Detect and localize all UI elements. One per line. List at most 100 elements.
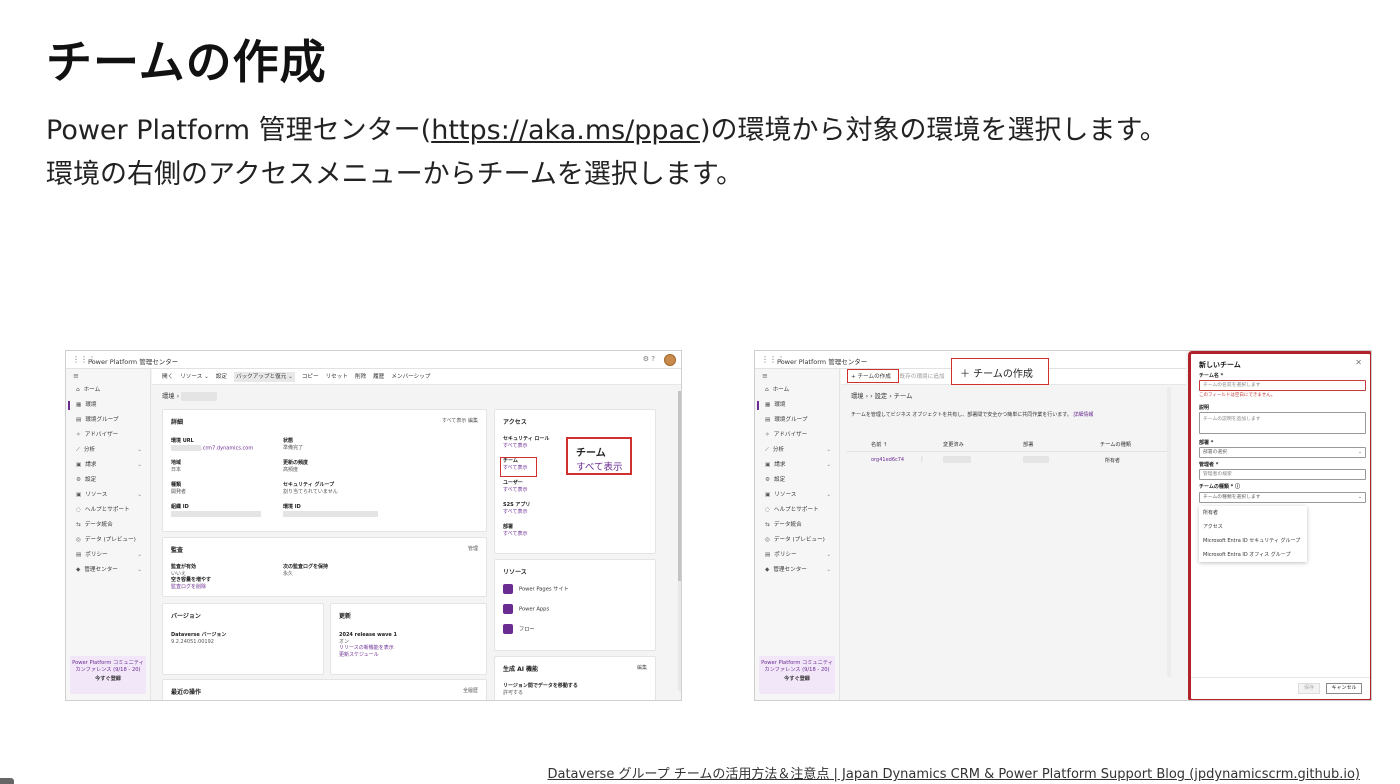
sidebar-item[interactable]: ▤ ポリシー ⌄ [755, 548, 839, 563]
sidebar-item[interactable]: ⇆ データ統合 [66, 518, 150, 533]
resource-item[interactable]: Power Pages サイト [503, 584, 569, 594]
sidebar-item-label: 環境 [774, 402, 786, 408]
command-button[interactable]: メンバーシップ [391, 374, 430, 380]
new-team-panel: 新しいチーム ✕ チーム名 * チームの名前を選択します このフィールドは空白に… [1188, 351, 1371, 700]
sidebar-item-label: ホーム [772, 387, 790, 393]
command-button[interactable]: リソース ⌄ [180, 374, 209, 380]
save-button[interactable]: 保存 [1298, 683, 1320, 694]
command-button[interactable]: 開く [162, 374, 173, 380]
command-button[interactable]: 設定 [216, 374, 227, 380]
close-icon[interactable]: ✕ [1355, 358, 1362, 367]
column-team-type[interactable]: チームの種類 [1100, 441, 1131, 448]
command-bar: 開く リソース ⌄ 設定 バックアップと復元 ⌄ コピー リセット 削除 履歴 メンバーシップ [152, 369, 681, 385]
breadcrumb-text[interactable]: 環境 › [162, 393, 179, 400]
nav-icon: ⚙ [765, 477, 771, 483]
sidebar-item[interactable]: ▦ 環境 [66, 398, 150, 413]
cancel-button[interactable]: キャンセル [1326, 683, 1362, 694]
genai-edit-link[interactable]: 編集 [637, 664, 647, 671]
description-textarea[interactable]: チームの説明を追加します [1199, 412, 1366, 434]
command-button[interactable]: 履歴 [373, 374, 384, 380]
sidebar-item[interactable]: ▣ 請求 ⌄ [755, 458, 839, 473]
column-business-unit[interactable]: 部署 [1023, 441, 1033, 448]
hamburger-icon[interactable]: ≡ [66, 369, 150, 383]
sidebar-item[interactable]: ⌂ ホーム [66, 383, 150, 398]
row-more-icon[interactable]: ⋮ [919, 456, 925, 463]
add-existing-button[interactable]: 既存の環境に追加 [900, 374, 945, 380]
avatar[interactable] [664, 354, 676, 366]
panel-footer: 保存 キャンセル [1191, 677, 1370, 699]
nav-icon: ◎ [765, 537, 770, 543]
resource-item[interactable]: フロー [503, 624, 535, 634]
column-modified[interactable]: 変更済み [943, 441, 964, 448]
resource-icon [503, 624, 513, 634]
team-type-option[interactable]: アクセス [1199, 520, 1307, 534]
sidebar-item-label: データ (プレビュー) [84, 537, 136, 543]
sidebar-item[interactable]: ▦ 環境 [755, 398, 839, 413]
sidebar-item[interactable]: ▤ 環境グループ [66, 413, 150, 428]
sidebar-item[interactable]: ▣ リソース ⌄ [755, 488, 839, 503]
updates-card: 更新 2024 release wave 1 オン リリースの新機能を表示 更新… [330, 603, 487, 675]
command-button[interactable]: リセット [326, 374, 348, 380]
scrollbar[interactable] [1167, 387, 1171, 677]
callout-link[interactable]: すべて表示 [576, 459, 622, 473]
sidebar-item[interactable]: ⟋ 分析 ⌄ [755, 443, 839, 458]
access-see-all-link[interactable]: すべて表示 [503, 443, 549, 450]
team-name-input[interactable]: チームの名前を選択します [1199, 380, 1366, 391]
team-name-link[interactable]: org41ed6c74 [871, 457, 904, 463]
sidebar-item[interactable]: ◆ 管理センター ⌄ [66, 563, 150, 578]
command-button[interactable]: 削除 [355, 374, 366, 380]
ppac-link[interactable]: https://aka.ms/ppac [431, 115, 700, 146]
resources-title: リソース [503, 569, 527, 576]
sidebar-item-label: ポリシー [774, 552, 797, 558]
sidebar-item[interactable]: ▣ リソース ⌄ [66, 488, 150, 503]
sidebar-item[interactable]: ⟋ 分析 ⌄ [66, 443, 150, 458]
release-wave-field: 2024 release wave 1 オン リリースの新機能を表示 更新スケジ… [339, 632, 397, 658]
sidebar-item[interactable]: ◎ データ (プレビュー) [66, 533, 150, 548]
access-see-all-link[interactable]: すべて表示 [503, 531, 527, 538]
details-links[interactable]: すべて表示 編集 [442, 417, 478, 424]
team-type-option[interactable]: 所有者 [1199, 506, 1307, 520]
callout-create-text: ＋ チームの作成 [960, 369, 1033, 380]
scrollbar-thumb[interactable] [678, 391, 681, 581]
sidebar-item[interactable]: ⚙ 設定 [66, 473, 150, 488]
recent-history-link[interactable]: 全履歴 [463, 687, 478, 694]
team-type-option[interactable]: Microsoft Entra ID セキュリティ グループ [1199, 534, 1307, 548]
sidebar-item[interactable]: ◎ データ (プレビュー) [755, 533, 839, 548]
sidebar-item[interactable]: ⌂ ホーム [755, 383, 839, 398]
source-blog-link[interactable]: Dataverse グループ チームの活用方法＆注意点 | Japan Dyna… [547, 763, 1360, 782]
sidebar-item[interactable]: ✧ アドバイザー [66, 428, 150, 443]
register-button[interactable]: 今すぐ登録 [759, 676, 835, 683]
administrator-search-input[interactable]: 管理者の検索 [1199, 469, 1366, 480]
team-type-select[interactable]: チームの種類を選択します ⌄ [1199, 492, 1366, 503]
sidebar-item[interactable]: ◌ ヘルプとサポート [755, 503, 839, 518]
env-id-field: 環境 ID [283, 504, 378, 518]
nav-icon: ◆ [765, 567, 770, 573]
sidebar-item[interactable]: ✧ アドバイザー [755, 428, 839, 443]
business-unit-select[interactable]: 部署の選択 ⌄ [1199, 447, 1366, 458]
sidebar-item[interactable]: ▤ ポリシー ⌄ [66, 548, 150, 563]
sidebar-item-label: 請求 [85, 462, 97, 468]
command-button[interactable]: コピー [302, 374, 319, 380]
breadcrumb[interactable]: 環境 › › 設定 › チーム [851, 391, 912, 400]
command-button[interactable]: バックアップと復元 ⌄ [233, 372, 295, 382]
chevron-down-icon: ⌄ [826, 567, 831, 573]
sidebar-item[interactable]: ◌ ヘルプとサポート [66, 503, 150, 518]
sidebar-item[interactable]: ◆ 管理センター ⌄ [755, 563, 839, 578]
column-name[interactable]: 名前 ↑ [871, 441, 887, 448]
hamburger-icon[interactable]: ≡ [755, 369, 839, 383]
scrollbar[interactable] [678, 391, 681, 691]
sidebar-item[interactable]: ▣ 請求 ⌄ [66, 458, 150, 473]
sidebar-item[interactable]: ⇆ データ統合 [755, 518, 839, 533]
team-type-option[interactable]: Microsoft Entra ID オフィス グループ [1199, 548, 1307, 562]
sidebar-item[interactable]: ▤ 環境グループ [755, 413, 839, 428]
register-button[interactable]: 今すぐ登録 [70, 676, 146, 683]
access-see-all-link[interactable]: すべて表示 [503, 509, 530, 516]
settings-help-icons[interactable]: ⚙ ? [643, 355, 655, 363]
table-row[interactable]: org41ed6c74 ⋮ 所有者 [847, 453, 1167, 467]
nav-icon: ⟋ [76, 447, 80, 453]
resource-item[interactable]: Power Apps [503, 604, 549, 614]
sidebar-item[interactable]: ⚙ 設定 [755, 473, 839, 488]
learn-more-link[interactable]: 詳細情報 [1073, 412, 1093, 418]
access-see-all-link[interactable]: すべて表示 [503, 487, 527, 494]
audit-manage-link[interactable]: 管理 [468, 545, 478, 552]
